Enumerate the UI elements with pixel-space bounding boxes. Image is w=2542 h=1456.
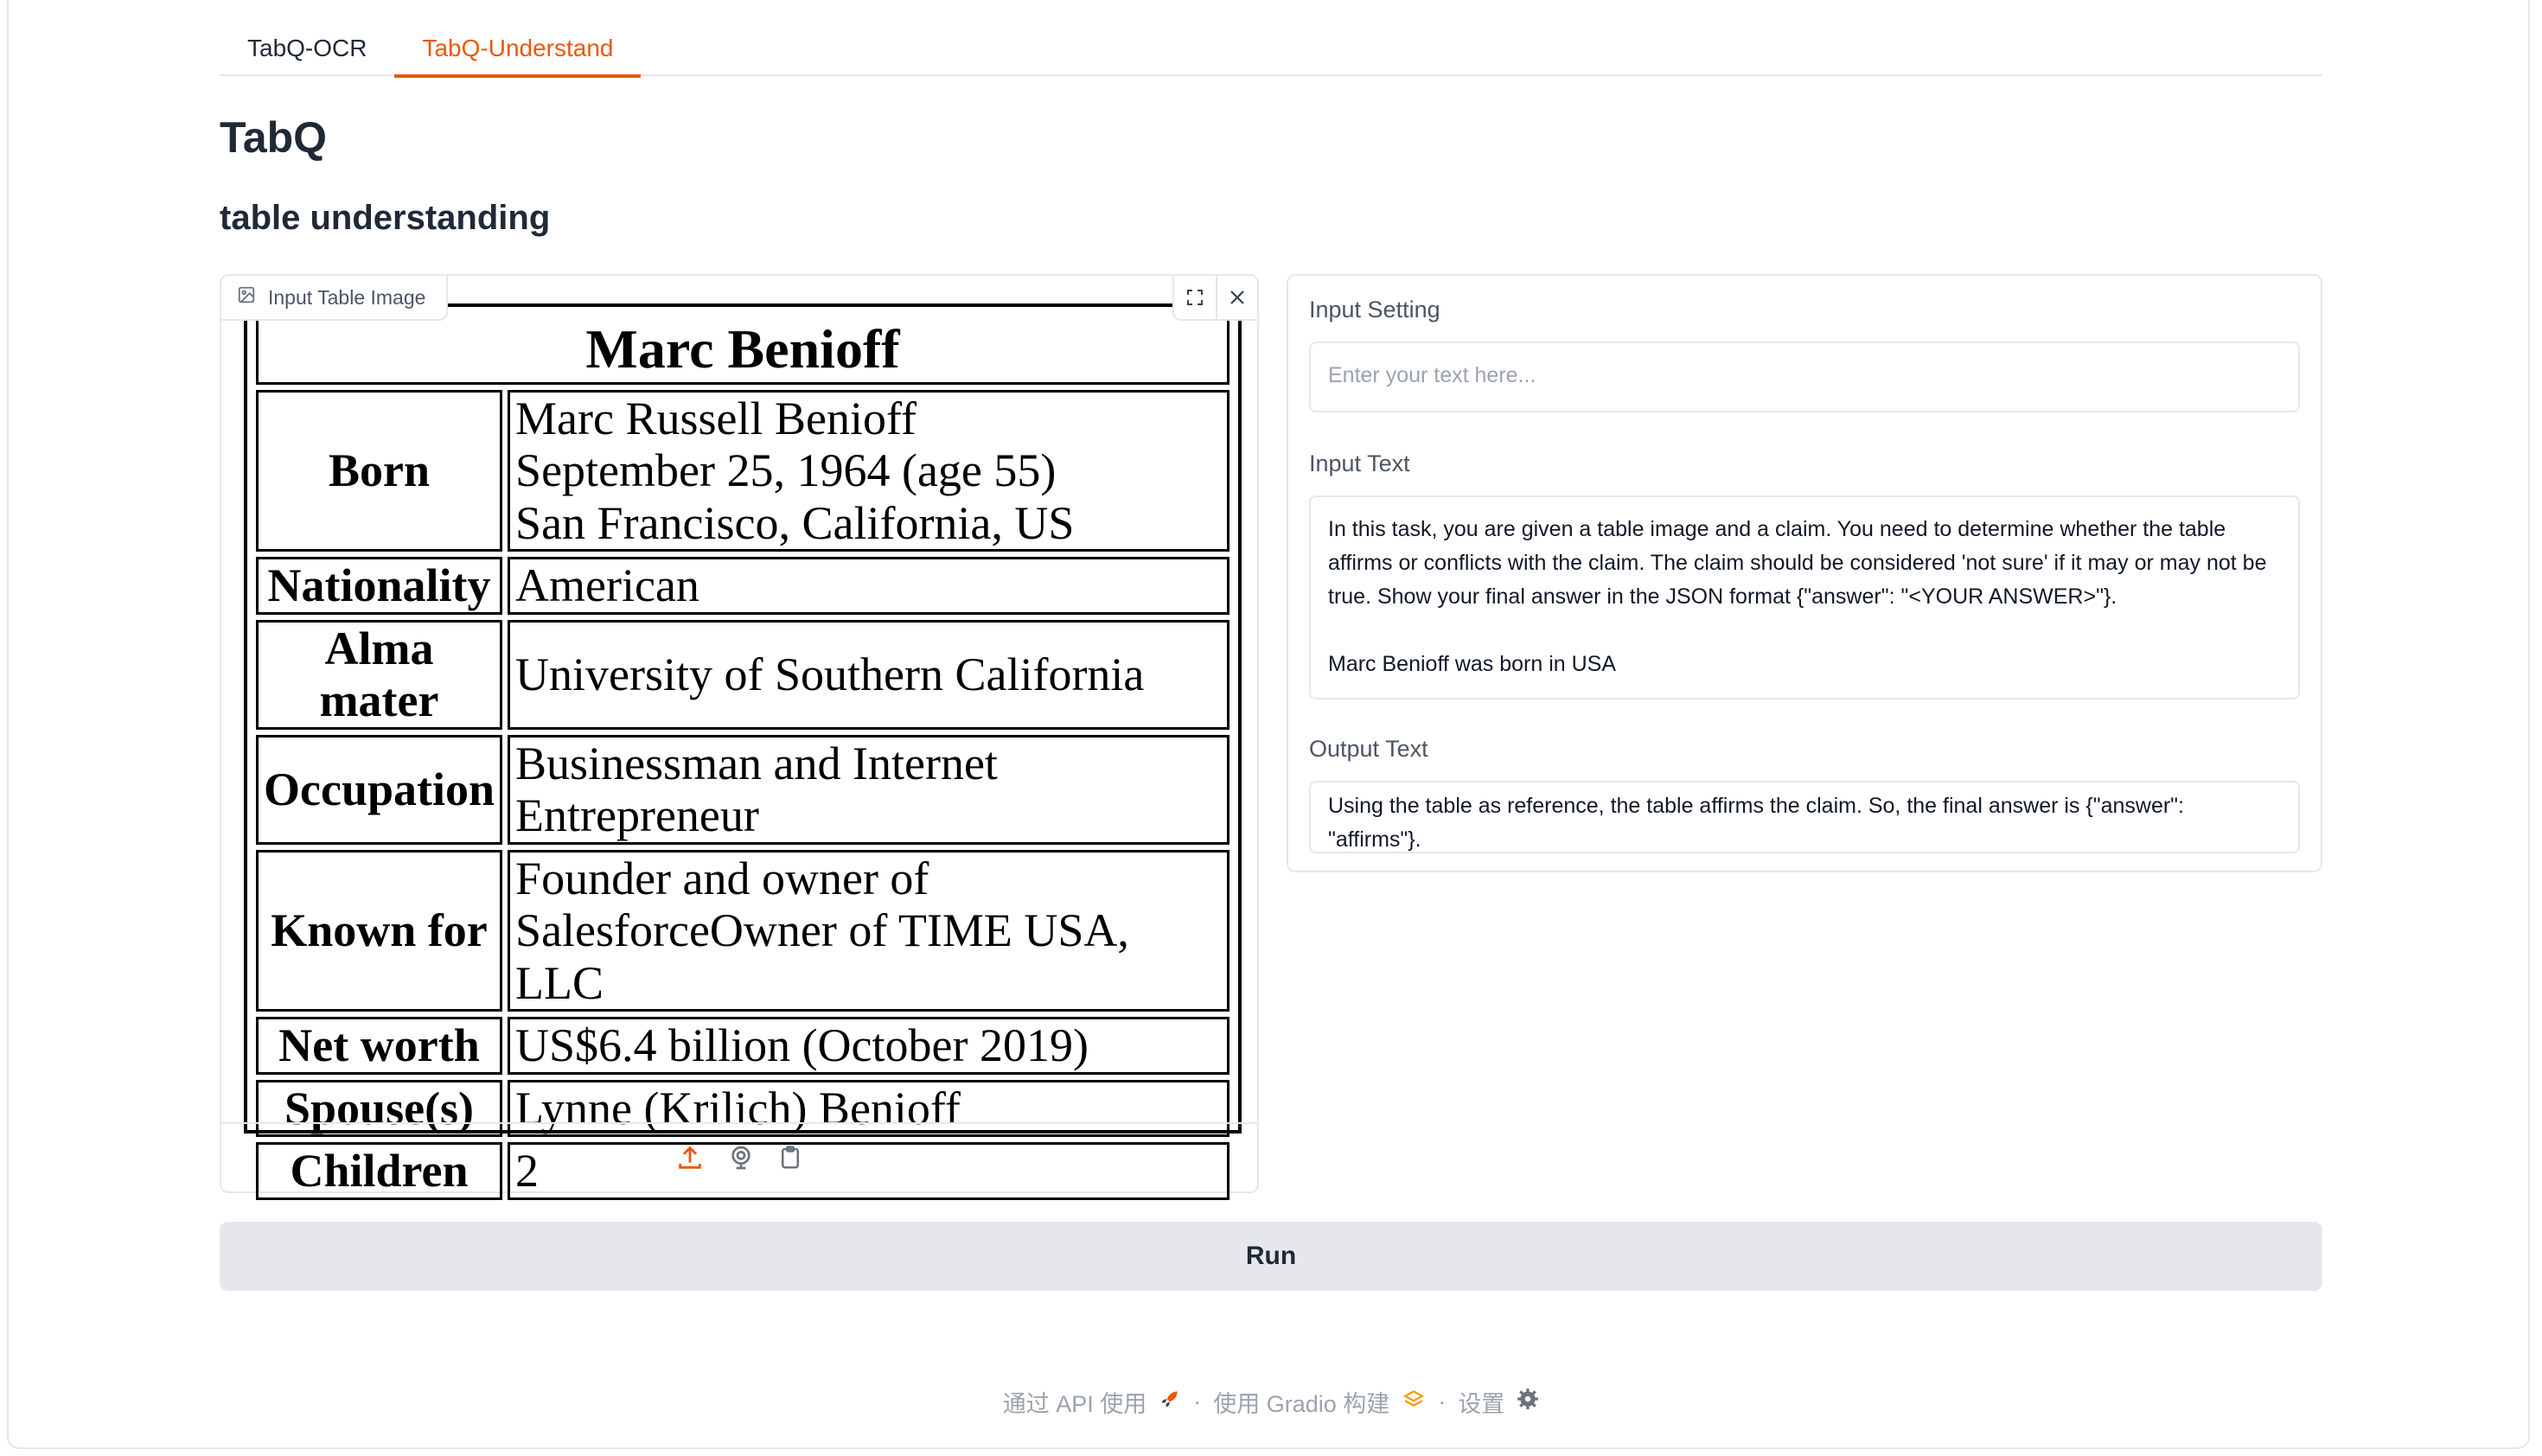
input-setting-field[interactable]: Enter your text here...: [1309, 342, 2300, 412]
footer-separator: ·: [1193, 1389, 1202, 1414]
table-key-cell: Nationality: [256, 557, 503, 615]
input-setting-label: Input Setting: [1309, 297, 1440, 322]
image-panel-label-text: Input Table Image: [268, 285, 426, 309]
footer-api-link[interactable]: 通过 API 使用: [1003, 1385, 1147, 1419]
table-key-cell: Born: [256, 390, 503, 552]
close-icon[interactable]: [1216, 276, 1257, 319]
image-panel-label: Input Table Image: [221, 276, 449, 321]
table-value-cell: University of Southern California: [508, 619, 1229, 730]
gear-icon[interactable]: [1517, 1388, 1539, 1416]
input-text-label: Input Text: [1309, 450, 1410, 476]
table-title: Marc Benioff: [256, 316, 1229, 385]
page-title: TabQ: [220, 113, 328, 162]
table-image-border: Marc Benioff Born Marc Russell Benioff Se…: [244, 303, 1242, 1200]
fullscreen-icon[interactable]: [1174, 276, 1216, 319]
table-value-cell: US$6.4 billion (October 2019): [508, 1017, 1229, 1075]
table-row: Net worth US$6.4 billion (October 2019): [256, 1017, 1229, 1075]
output-text-value: Using the table as reference, the table …: [1328, 794, 2190, 852]
page-subtitle: table understanding: [220, 199, 551, 237]
table-image: Marc Benioff Born Marc Russell Benioff Se…: [239, 291, 1243, 1200]
table-row: Occupation Businessman and Internet Entre…: [256, 734, 1229, 845]
tab-bar: TabQ-OCR TabQ-Understand: [220, 24, 2322, 78]
footer-gradio-link[interactable]: 使用 Gradio 构建: [1213, 1385, 1389, 1419]
table-image-content: Marc Benioff Born Marc Russell Benioff Se…: [251, 310, 1235, 1205]
table-value-cell: Businessman and Internet Entrepreneur: [508, 734, 1229, 845]
output-text-field[interactable]: Using the table as reference, the table …: [1309, 781, 2300, 853]
table-value-cell: Marc Russell Benioff September 25, 1964 …: [508, 390, 1229, 552]
table-key-cell: Occupation: [256, 734, 503, 845]
footer: 通过 API 使用 · 使用 Gradio 构建 · 设置: [0, 1385, 2542, 1419]
input-table-image-panel[interactable]: Input Table Image Marc Benioff Born Marc …: [220, 274, 1259, 1200]
input-text-value: In this task, you are given a table imag…: [1328, 517, 2267, 676]
image-toolbar: [1172, 276, 1257, 321]
table-value-cell: American: [508, 557, 1229, 615]
table-row: Nationality American: [256, 557, 1229, 615]
table-key-cell: Known for: [256, 849, 503, 1012]
table-key-cell: Alma mater: [256, 619, 503, 730]
settings-panel: Input Setting Enter your text here... In…: [1287, 274, 2322, 872]
rocket-icon: [1159, 1388, 1181, 1416]
gradio-logo-icon: [1402, 1388, 1426, 1416]
image-source-bar: [221, 1122, 1257, 1191]
table-row: Born Marc Russell Benioff September 25, 1…: [256, 390, 1229, 552]
tab-tabq-ocr[interactable]: TabQ-OCR: [220, 24, 394, 76]
webcam-icon[interactable]: [727, 1144, 755, 1172]
run-button[interactable]: Run: [220, 1222, 2322, 1291]
footer-separator-2: ·: [1438, 1389, 1447, 1414]
table-key-cell: Net worth: [256, 1017, 503, 1075]
upload-icon[interactable]: [675, 1143, 705, 1172]
table-row: Alma mater University of Southern Califor…: [256, 619, 1229, 730]
tab-tabq-understand[interactable]: TabQ-Understand: [394, 24, 642, 78]
clipboard-icon[interactable]: [777, 1144, 803, 1172]
output-text-label: Output Text: [1309, 736, 1428, 762]
image-icon: [237, 285, 256, 310]
table-value-cell: Founder and owner of SalesforceOwner of …: [508, 849, 1229, 1012]
input-text-field[interactable]: In this task, you are given a table imag…: [1309, 495, 2300, 699]
footer-settings-link[interactable]: 设置: [1458, 1385, 1504, 1419]
table-row: Known for Founder and owner of Salesforce…: [256, 849, 1229, 1012]
